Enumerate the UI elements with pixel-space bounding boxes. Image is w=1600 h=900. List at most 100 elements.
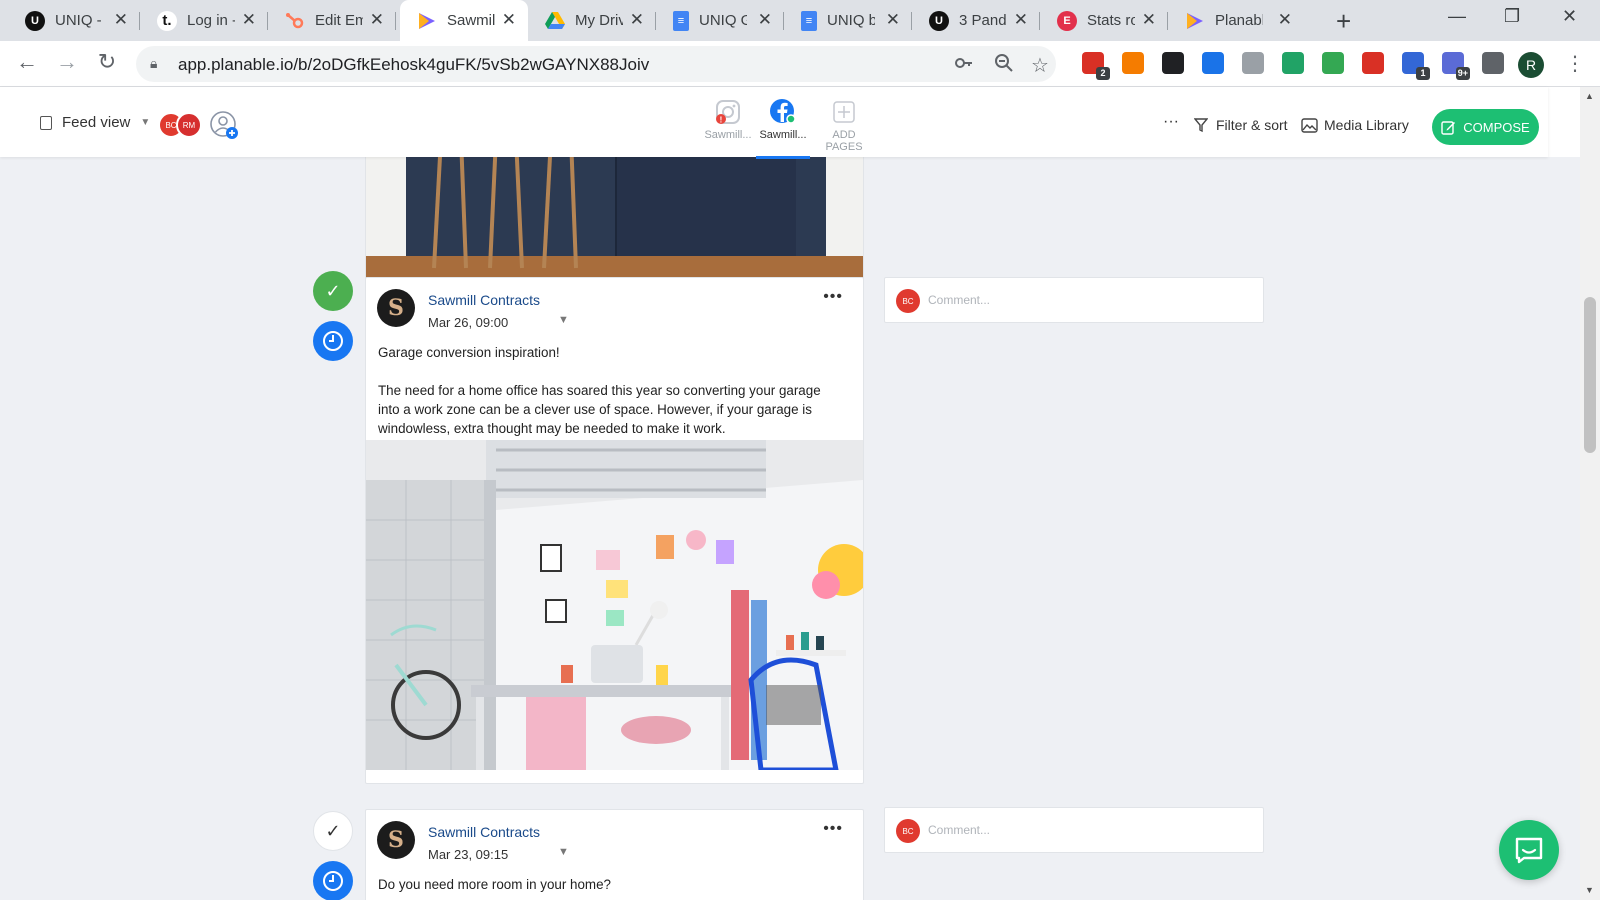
post-date[interactable]: Mar 26, 09:00	[428, 315, 508, 330]
scrollbar-thumb[interactable]	[1584, 297, 1596, 453]
close-icon[interactable]: ✕	[1142, 10, 1156, 30]
more-options-icon[interactable]: ···	[1163, 113, 1179, 131]
close-icon[interactable]: ✕	[370, 10, 384, 30]
page-tab-add-pages[interactable]: ADD PAGES	[813, 95, 875, 153]
close-icon[interactable]: ✕	[630, 10, 644, 30]
planable-favicon-icon	[1185, 11, 1205, 31]
add-member-icon[interactable]	[210, 111, 238, 139]
post-text[interactable]: Do you need more room in your home?	[378, 875, 848, 894]
post-date[interactable]: Mar 23, 09:15	[428, 847, 508, 862]
analytics-extension-icon[interactable]	[1122, 52, 1144, 74]
calendar-extension-icon[interactable]: 2	[1082, 52, 1110, 80]
approve-check-icon[interactable]: ✓	[313, 811, 353, 851]
comment-placeholder[interactable]: Comment...	[928, 823, 990, 837]
feed-view-dropdown[interactable]: Feed view ▼	[40, 114, 150, 131]
schedule-clock-icon[interactable]	[313, 861, 353, 900]
browser-tab[interactable]: E Stats ro ✕	[1040, 0, 1168, 41]
browser-tab[interactable]: Edit Em ✕	[268, 0, 396, 41]
bookmark-star-icon[interactable]: ☆	[1031, 53, 1049, 78]
google-docs-favicon-icon: ≡	[673, 10, 689, 31]
post-author[interactable]: Sawmill Contracts	[428, 824, 540, 840]
tab-title: Planabl	[1215, 12, 1263, 29]
browser-tab[interactable]: ≡ UNIQ G ✕	[656, 0, 784, 41]
zoom-icon[interactable]	[994, 53, 1014, 78]
puzzle-extension-icon[interactable]	[1482, 52, 1504, 74]
new-tab-plus-icon[interactable]: +	[1336, 6, 1351, 37]
scroll-down-icon[interactable]: ▼	[1585, 885, 1594, 895]
spark-extension-icon[interactable]: 9+	[1442, 52, 1470, 80]
back-arrow-icon[interactable]: ←	[12, 49, 42, 75]
active-tab-indicator	[756, 156, 810, 159]
k-extension-icon[interactable]	[1162, 52, 1184, 74]
filter-sort-button[interactable]: Filter & sort	[1194, 117, 1288, 133]
commenter-avatar: BC	[896, 289, 920, 313]
post-more-options-icon[interactable]: •••	[823, 288, 843, 306]
member-avatar[interactable]: RM	[176, 112, 202, 138]
close-icon[interactable]: ✕	[1014, 10, 1028, 30]
profile-avatar[interactable]: R	[1518, 52, 1544, 78]
comment-box[interactable]: BC Comment...	[884, 277, 1264, 323]
reload-icon[interactable]: ↻	[92, 49, 122, 75]
compose-button[interactable]: COMPOSE	[1432, 109, 1539, 145]
post-card[interactable]: S Sawmill Contracts Mar 23, 09:15 ▼ ••• …	[365, 809, 864, 900]
address-bar[interactable]: 🔒︎ app.planable.io/b/2oDGfkEehosk4guFK/5…	[136, 46, 1056, 82]
support-chat-button[interactable]	[1499, 820, 1559, 880]
page-tab-instagram[interactable]: ! Sawmill...	[701, 95, 755, 141]
robot-extension-icon[interactable]	[1322, 52, 1344, 74]
close-icon[interactable]: ✕	[886, 10, 900, 30]
restore-icon[interactable]: ❐	[1504, 6, 1520, 27]
chevron-down-icon: ▼	[140, 117, 151, 128]
close-icon[interactable]: ✕	[114, 10, 128, 30]
browser-tab[interactable]: Planabl ✕	[1168, 0, 1320, 41]
schedule-clock-icon[interactable]	[313, 321, 353, 361]
window-close-icon[interactable]: ✕	[1562, 6, 1577, 27]
compose-label: COMPOSE	[1463, 119, 1530, 135]
page-scrollbar[interactable]: ▲ ▼	[1580, 87, 1600, 900]
svg-text:!: !	[720, 116, 723, 125]
code-extension-icon[interactable]: 1	[1402, 52, 1430, 80]
browser-tab[interactable]: U UNIQ - ✕	[8, 0, 140, 41]
close-icon[interactable]: ✕	[502, 10, 516, 30]
pd-extension-icon[interactable]	[1282, 52, 1304, 74]
browser-tab[interactable]: My Driv ✕	[528, 0, 656, 41]
browser-tab[interactable]: ≡ UNIQ b ✕	[784, 0, 912, 41]
browser-tab-active[interactable]: Sawmill ✕	[400, 0, 528, 41]
forward-arrow-icon[interactable]: →	[52, 49, 82, 75]
minimize-icon[interactable]: —	[1448, 6, 1466, 27]
chevron-down-icon[interactable]: ▼	[558, 314, 569, 326]
browser-menu-icon[interactable]: ⋮	[1565, 51, 1585, 76]
close-icon[interactable]: ✕	[758, 10, 772, 30]
post-text-line: Do you need more room in your home?	[378, 877, 611, 892]
flag-extension-icon[interactable]	[1242, 52, 1264, 74]
window-extension-icon[interactable]	[1202, 52, 1224, 74]
approved-check-icon[interactable]: ✓	[313, 271, 353, 311]
post-author[interactable]: Sawmill Contracts	[428, 292, 540, 308]
commenter-avatar: BC	[896, 819, 920, 843]
add-page-icon	[833, 101, 855, 123]
extension-badge: 2	[1096, 67, 1110, 80]
media-library-button[interactable]: Media Library	[1301, 117, 1409, 133]
tab-title: Log in -	[187, 12, 235, 29]
url-text[interactable]: app.planable.io/b/2oDGfkEehosk4guFK/5vSb…	[178, 55, 649, 75]
post-text[interactable]: Garage conversion inspiration! The need …	[378, 343, 848, 438]
scroll-up-icon[interactable]: ▲	[1585, 91, 1594, 101]
tab-title: Stats ro	[1087, 12, 1135, 29]
comment-box[interactable]: BC Comment...	[884, 807, 1264, 853]
key-icon[interactable]	[954, 53, 974, 78]
close-icon[interactable]: ✕	[242, 10, 256, 30]
comment-placeholder[interactable]: Comment...	[928, 293, 990, 307]
adblock-extension-icon[interactable]	[1362, 52, 1384, 74]
lock-icon[interactable]: 🔒︎	[150, 55, 157, 72]
tab-title: Edit Em	[315, 12, 363, 29]
stats-favicon-icon: E	[1057, 10, 1077, 31]
browser-tab[interactable]: t. Log in - ✕	[140, 0, 268, 41]
close-icon[interactable]: ✕	[1278, 10, 1292, 30]
browser-tab[interactable]: U 3 Pande ✕	[912, 0, 1040, 41]
chevron-down-icon[interactable]: ▼	[558, 846, 569, 858]
tab-title: My Driv	[575, 12, 623, 29]
chat-bubble-icon	[1515, 837, 1543, 864]
post-image-garage-office[interactable]	[366, 440, 863, 770]
post-more-options-icon[interactable]: •••	[823, 820, 843, 838]
page-tab-facebook[interactable]: Sawmill...	[756, 95, 810, 159]
post-card[interactable]: S Sawmill Contracts Mar 26, 09:00 ▼ ••• …	[365, 277, 864, 784]
